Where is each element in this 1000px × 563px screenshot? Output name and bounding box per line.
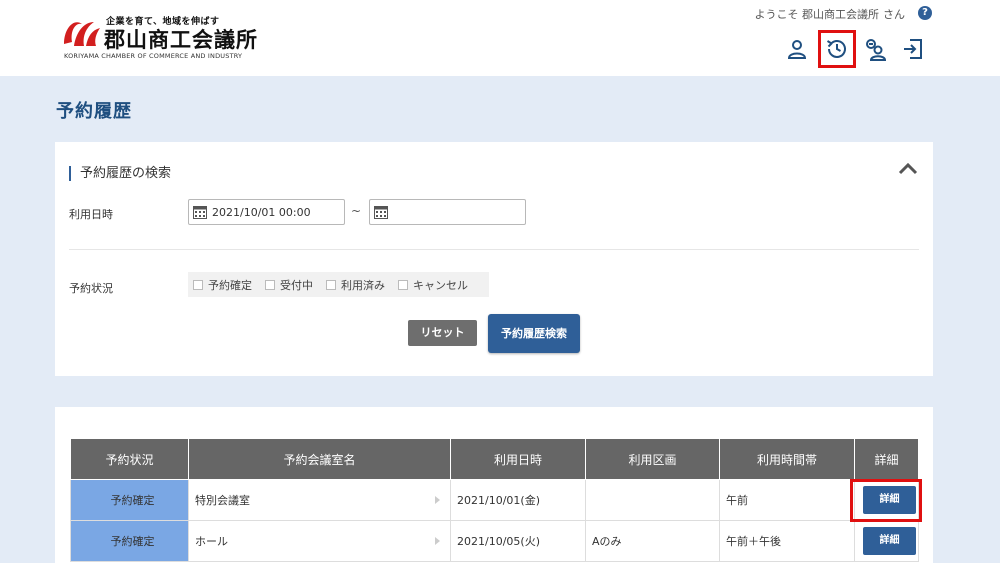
welcome-message: ようこそ 郡山商工会議所 さん — [755, 6, 906, 22]
logo-english-name: KORIYAMA CHAMBER OF COMMERCE AND INDUSTR… — [64, 52, 243, 60]
calendar-icon — [193, 206, 207, 219]
time-cell: 午前 — [719, 479, 855, 521]
detail-button[interactable]: 詳細 — [863, 486, 916, 514]
chevron-right-icon — [435, 537, 440, 545]
reset-button[interactable]: リセット — [408, 320, 477, 346]
checkbox[interactable] — [193, 279, 203, 290]
results-table: 予約状況 予約会議室名 利用日時 利用区画 利用時間帯 詳細 予約確定 特別会議… — [70, 438, 919, 562]
date-cell: 2021/10/01(金) — [450, 479, 586, 521]
date-label: 利用日時 — [69, 208, 113, 221]
results-panel: 予約状況 予約会議室名 利用日時 利用区画 利用時間帯 詳細 予約確定 特別会議… — [55, 407, 933, 563]
logout-icon — [904, 39, 922, 59]
welcome-user-name: 郡山商工会議所 — [802, 8, 879, 21]
search-panel-heading: 予約履歴の検索 — [69, 166, 171, 181]
logo[interactable]: 企業を育て、地域を伸ばす 郡山商工会議所 KORIYAMA CHAMBER OF… — [60, 12, 270, 62]
room-cell[interactable]: 特別会議室 — [188, 479, 451, 521]
status-option-cancelled[interactable]: キャンセル — [398, 277, 468, 293]
section-cell — [585, 479, 720, 521]
welcome-suffix: さん — [883, 8, 905, 21]
detail-cell: 詳細 — [854, 479, 919, 521]
search-button[interactable]: 予約履歴検索 — [488, 314, 580, 353]
checkbox-label: キャンセル — [413, 278, 468, 292]
column-header-status: 予約状況 — [70, 438, 189, 480]
status-badge: 予約確定 — [70, 520, 189, 562]
history-icon — [826, 40, 846, 58]
column-header-room: 予約会議室名 — [188, 438, 451, 480]
logout-button[interactable] — [898, 34, 928, 64]
checkbox-label: 予約確定 — [208, 278, 252, 292]
status-option-confirmed[interactable]: 予約確定 — [193, 277, 252, 293]
welcome-prefix: ようこそ — [754, 8, 799, 21]
logo-name: 郡山商工会議所 — [104, 28, 258, 52]
help-icon[interactable]: ? — [918, 6, 932, 20]
date-from-input[interactable]: 2021/10/01 00:00 — [188, 199, 345, 225]
user-profile-button[interactable] — [782, 34, 812, 64]
checkbox[interactable] — [398, 279, 408, 290]
column-header-section: 利用区画 — [585, 438, 720, 480]
checkbox[interactable] — [326, 279, 336, 290]
calendar-icon — [374, 206, 388, 219]
table-header-row: 予約状況 予約会議室名 利用日時 利用区画 利用時間帯 詳細 — [70, 438, 919, 480]
status-option-used[interactable]: 利用済み — [326, 277, 385, 293]
user-icon — [787, 40, 807, 59]
status-label: 予約状況 — [69, 282, 113, 295]
logo-mark-icon — [64, 22, 100, 46]
status-option-pending[interactable]: 受付中 — [265, 277, 313, 293]
divider — [69, 249, 919, 250]
checkbox-label: 利用済み — [341, 278, 385, 292]
detail-button[interactable]: 詳細 — [863, 527, 916, 555]
table-row: 予約確定 特別会議室 2021/10/01(金) 午前 詳細 — [70, 479, 919, 521]
column-header-date: 利用日時 — [450, 438, 586, 480]
checkbox-label: 受付中 — [280, 278, 313, 292]
group-button[interactable] — [860, 34, 890, 64]
column-header-detail: 詳細 — [854, 438, 919, 480]
search-panel: 予約履歴の検索 利用日時 2021/10/01 00:00 ~ 予約状況 予約確… — [55, 142, 933, 376]
history-button[interactable] — [818, 30, 856, 68]
group-icon — [866, 39, 887, 61]
table-row: 予約確定 ホール 2021/10/05(火) Aのみ 午前＋午後 詳細 — [70, 520, 919, 562]
chevron-right-icon — [435, 496, 440, 504]
page-title: 予約履歴 — [56, 101, 132, 122]
date-to-input[interactable] — [369, 199, 526, 225]
date-from-value: 2021/10/01 00:00 — [212, 206, 311, 219]
room-name: ホール — [195, 535, 228, 548]
column-header-time: 利用時間帯 — [719, 438, 855, 480]
date-cell: 2021/10/05(火) — [450, 520, 586, 562]
checkbox[interactable] — [265, 279, 275, 290]
status-checkbox-group: 予約確定 受付中 利用済み キャンセル — [188, 272, 489, 297]
section-cell: Aのみ — [585, 520, 720, 562]
room-cell[interactable]: ホール — [188, 520, 451, 562]
header: 企業を育て、地域を伸ばす 郡山商工会議所 KORIYAMA CHAMBER OF… — [0, 0, 1000, 76]
detail-cell: 詳細 — [854, 520, 919, 562]
status-badge: 予約確定 — [70, 479, 189, 521]
room-name: 特別会議室 — [195, 494, 250, 507]
time-cell: 午前＋午後 — [719, 520, 855, 562]
chevron-up-icon[interactable] — [897, 160, 919, 176]
date-range-separator: ~ — [351, 204, 362, 218]
